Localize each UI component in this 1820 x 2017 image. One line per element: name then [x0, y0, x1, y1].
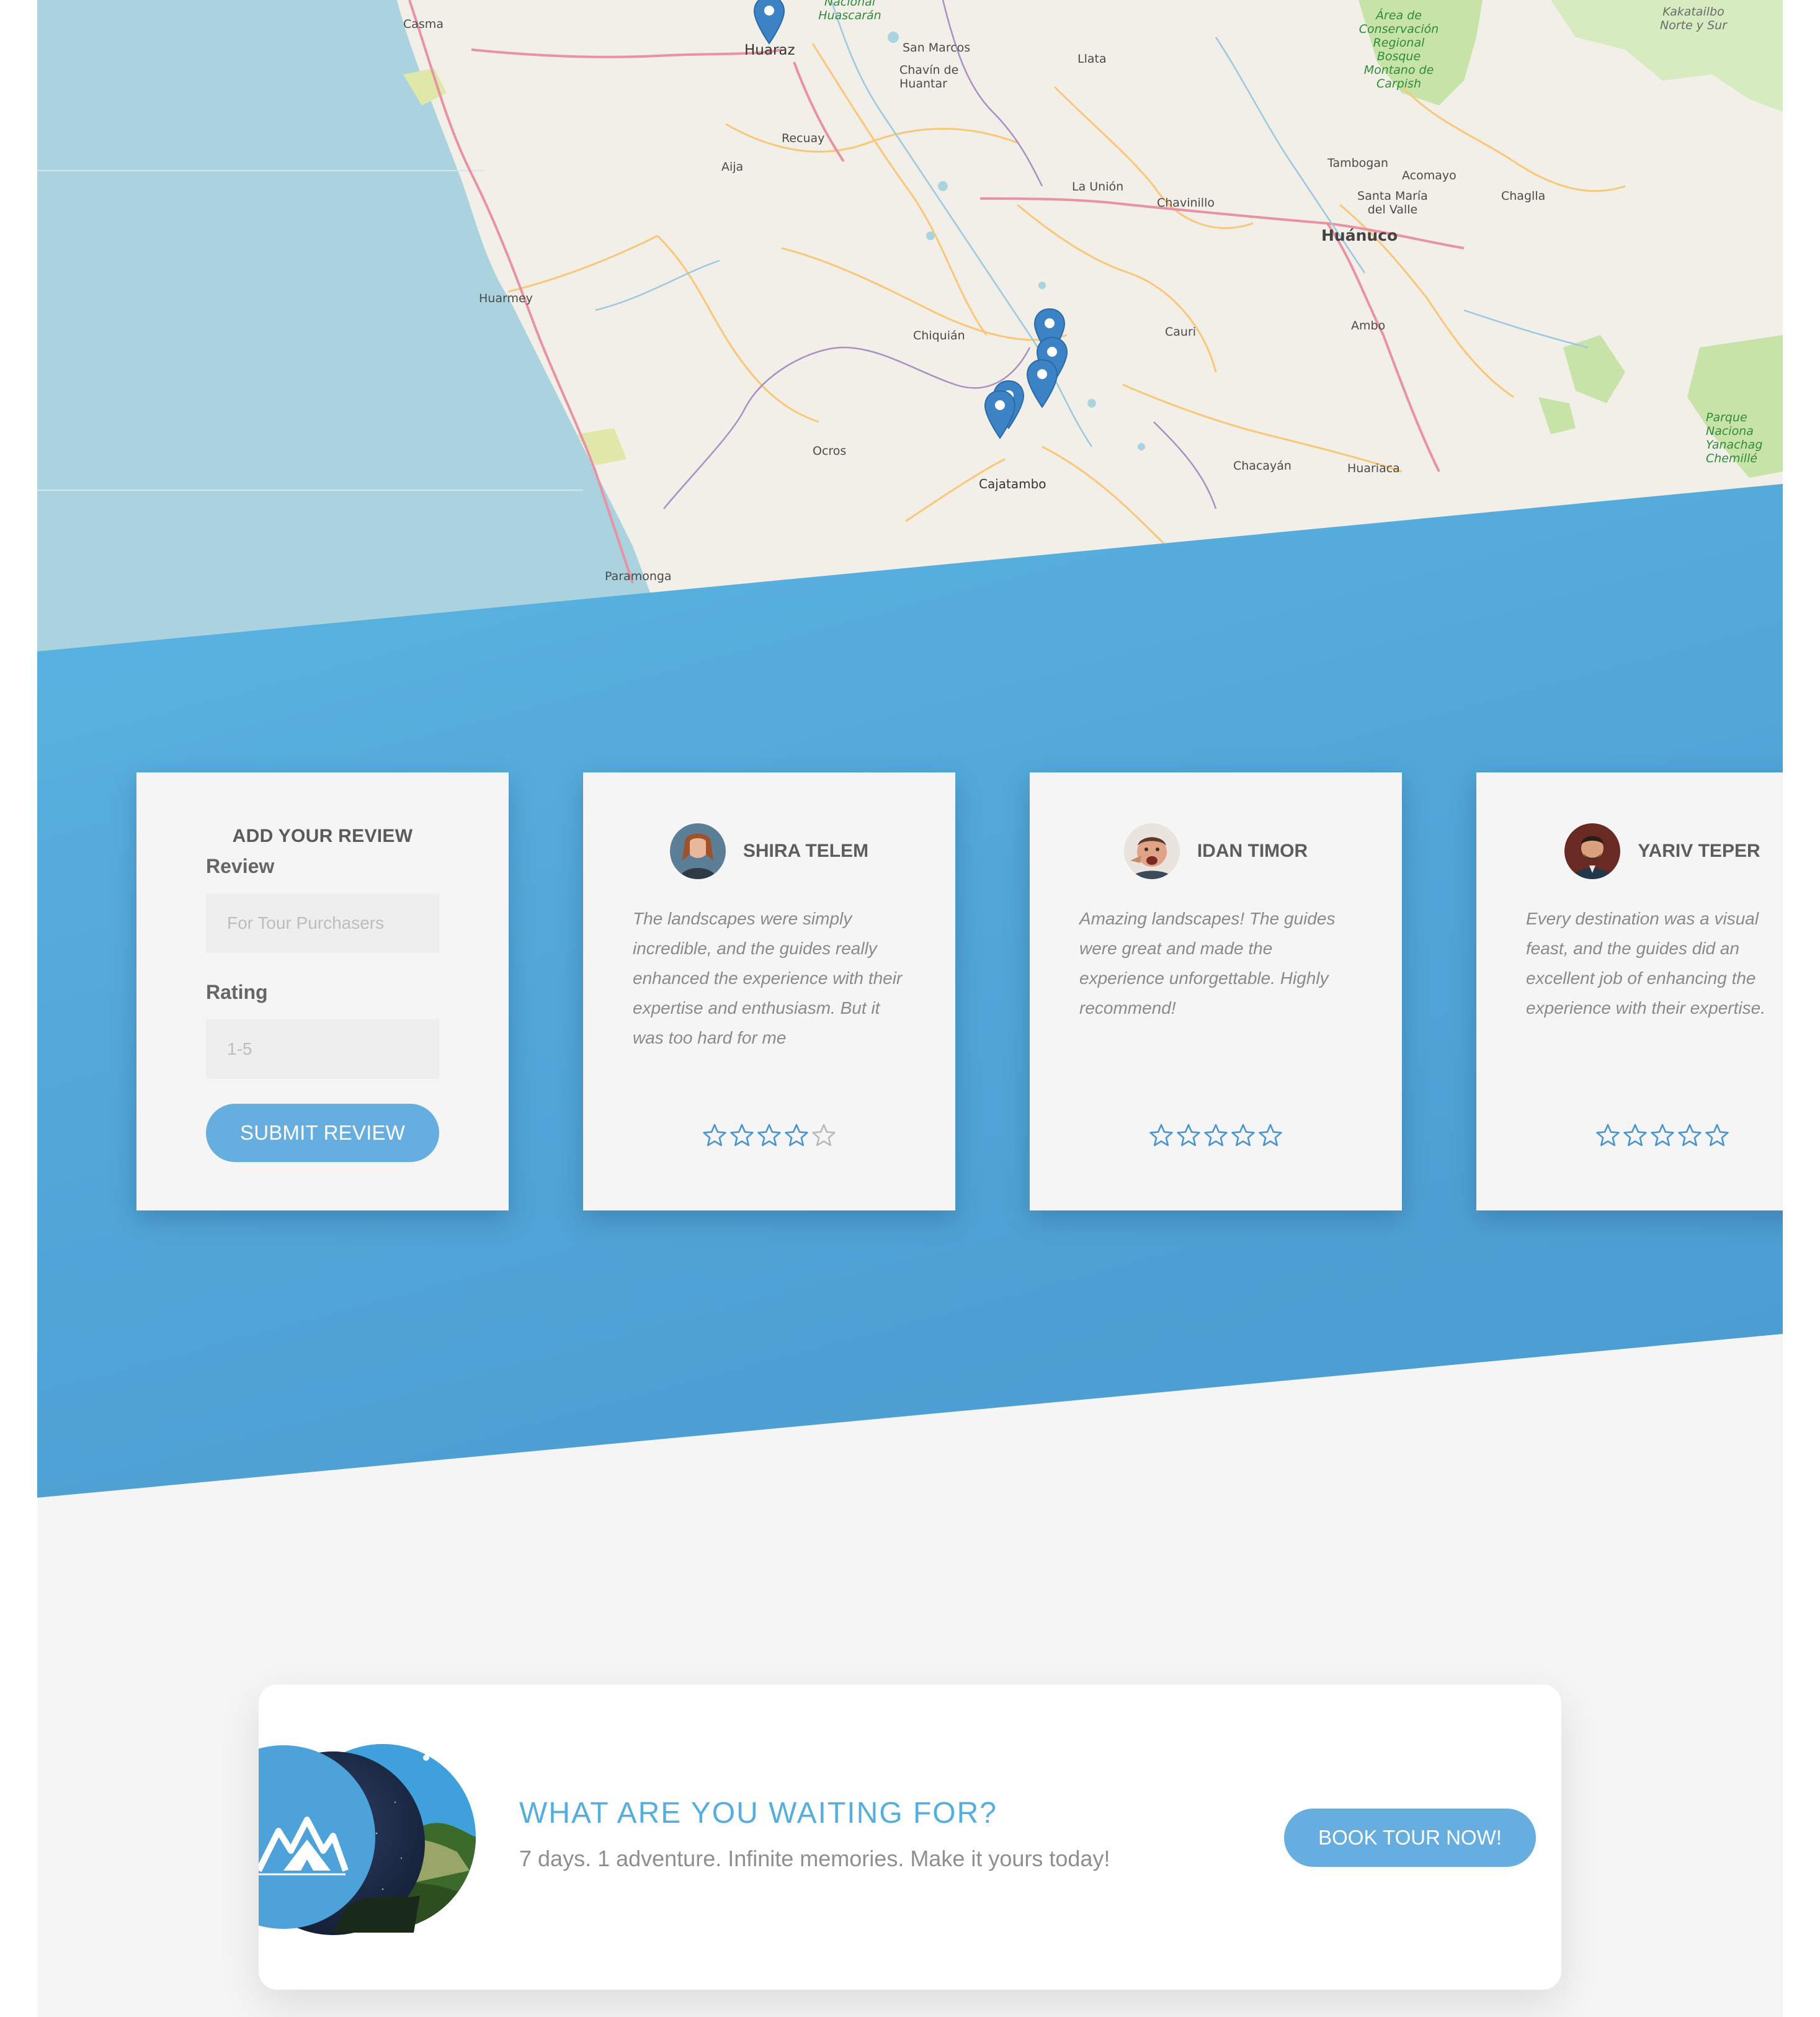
add-review-title: ADD YOUR REVIEW: [232, 826, 413, 846]
star-icon: [1651, 1124, 1674, 1147]
map-pin-icon[interactable]: [983, 390, 1017, 439]
review-card: SHIRA TELEM The landscapes were simply i…: [583, 772, 955, 1210]
map-label-chiquian: Chiquián: [913, 329, 965, 342]
map-label-chacayan: Chacayán: [1233, 459, 1291, 473]
cta-decorative-circles: [259, 1744, 476, 1935]
star-icon: [785, 1124, 808, 1147]
map-label-parque-yanachaga: Parque Naciona Yanachag Chemillé: [1706, 411, 1763, 465]
reviewer-header: YARIV TEPER: [1476, 822, 1783, 880]
map-label-ocros: Ocros: [813, 444, 847, 458]
review-card: IDAN TIMOR Amazing landscapes! The guide…: [1030, 772, 1402, 1210]
map-label-la-union: La Unión: [1072, 180, 1124, 194]
reviewer-header: SHIRA TELEM: [583, 822, 955, 880]
map-label-kakatailbo: Kakatailbo Norte y Sur: [1659, 5, 1728, 32]
map-label-aija: Aija: [721, 160, 744, 174]
avatar: [1123, 823, 1180, 879]
map-label-tambogan: Tambogan: [1327, 156, 1389, 170]
reviewer-header: IDAN TIMOR: [1030, 822, 1402, 880]
star-icon: [1204, 1124, 1228, 1147]
review-card: YARIV TEPER Every destination was a visu…: [1476, 772, 1783, 1210]
map-label-huariaca: Huariaca: [1347, 462, 1400, 475]
reviewer-name: IDAN TIMOR: [1197, 841, 1308, 861]
map-label-chavinillo: Chavinillo: [1157, 196, 1215, 210]
star-icon: [703, 1124, 726, 1147]
star-icon: [1678, 1124, 1702, 1147]
map-pin-icon[interactable]: [1025, 359, 1059, 408]
rating-label: Rating: [206, 981, 268, 1003]
page: Casma Huaraz Nacional Huascarán San Marc…: [37, 0, 1783, 2017]
book-tour-button[interactable]: BOOK TOUR NOW!: [1284, 1809, 1536, 1867]
review-text: The landscapes were simply incredible, a…: [633, 909, 903, 1047]
review-text: Amazing landscapes! The guides were grea…: [1079, 909, 1336, 1017]
star-icon: [1177, 1124, 1200, 1147]
map-label-area-conservacion: Área de Conservación Regional Bosque Mon…: [1358, 9, 1439, 91]
star-icon: [1259, 1124, 1282, 1147]
map-label-parque-huascaran: Nacional Huascarán: [818, 0, 881, 22]
map-label-santa-maria: Santa María del Valle: [1357, 189, 1428, 217]
star-icon: [812, 1124, 836, 1147]
star-icon: [1149, 1124, 1173, 1147]
map-label-san-marcos: San Marcos: [903, 41, 971, 55]
map-label-acomayo: Acomayo: [1402, 169, 1456, 182]
add-review-card: ADD YOUR REVIEW Review Rating SUBMIT REV…: [136, 772, 509, 1210]
cta-subtitle: 7 days. 1 adventure. Infinite memories. …: [519, 1846, 1110, 1871]
reviewer-name: SHIRA TELEM: [743, 841, 869, 861]
map-label-cajatambo: Cajatambo: [979, 476, 1046, 491]
star-icon: [1623, 1124, 1647, 1147]
map-pin-icon[interactable]: [752, 0, 787, 45]
star-icon: [1705, 1124, 1729, 1147]
review-text: Every destination was a visual feast, an…: [1526, 909, 1765, 1017]
review-input[interactable]: [206, 893, 439, 953]
star-rating: [583, 1123, 955, 1148]
map-label-chaglla: Chaglla: [1501, 189, 1546, 203]
map-label-huarmey: Huarmey: [479, 292, 533, 305]
map-label-recuay: Recuay: [782, 132, 825, 145]
star-rating: [1476, 1123, 1783, 1148]
map-label-chavin: Chavín de Huantar: [899, 63, 959, 91]
cta-title: WHAT ARE YOU WAITING FOR?: [519, 1797, 997, 1830]
star-icon: [730, 1124, 754, 1147]
star-icon: [1596, 1124, 1620, 1147]
avatar: [669, 823, 726, 879]
map-label-ambo: Ambo: [1351, 319, 1386, 333]
avatar: [1564, 823, 1621, 879]
reviewer-name: YARIV TEPER: [1638, 841, 1760, 861]
star-icon: [1231, 1124, 1255, 1147]
submit-review-button[interactable]: SUBMIT REVIEW: [206, 1104, 439, 1162]
star-icon: [757, 1124, 781, 1147]
review-label: Review: [206, 855, 275, 877]
map-label-huanuco: Huánuco: [1321, 226, 1398, 244]
book-tour-cta: WHAT ARE YOU WAITING FOR? 7 days. 1 adve…: [259, 1684, 1561, 1990]
map-label-paramonga: Paramonga: [605, 570, 672, 583]
map-label-cauri: Cauri: [1165, 325, 1197, 339]
map-label-llata: Llata: [1077, 52, 1107, 66]
rating-input[interactable]: [206, 1019, 439, 1079]
map-label-casma: Casma: [403, 17, 444, 31]
star-rating: [1030, 1123, 1402, 1148]
